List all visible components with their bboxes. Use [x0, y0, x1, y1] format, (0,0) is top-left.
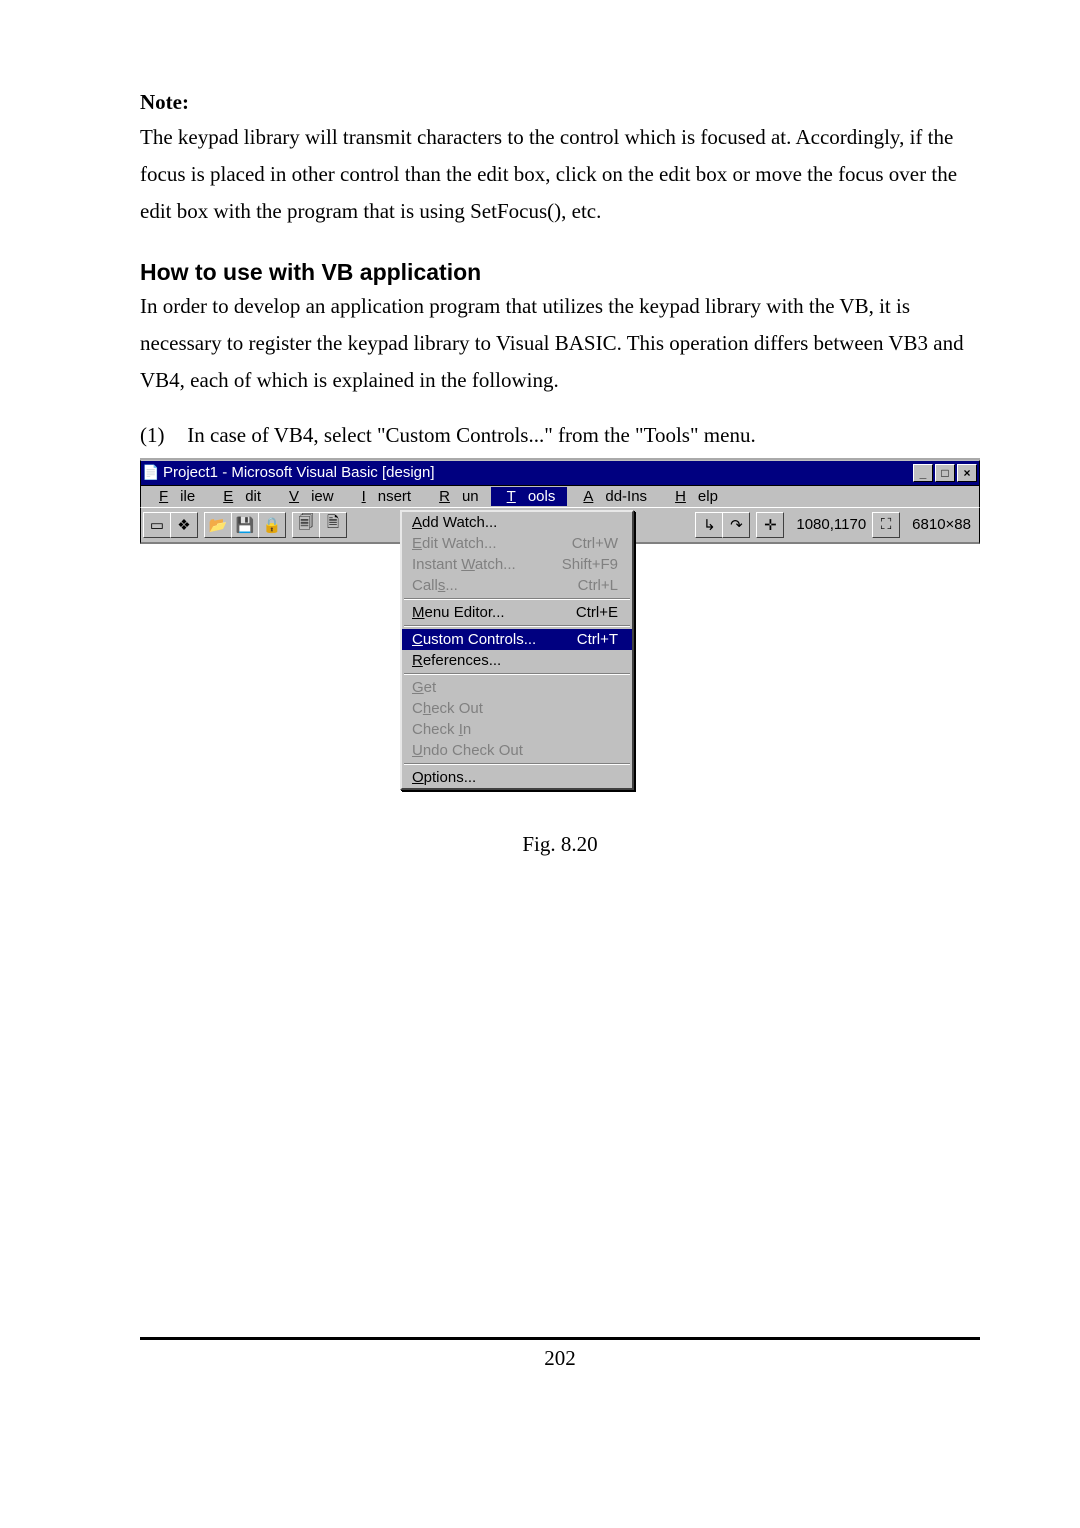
coord-size: 6810×88 — [906, 516, 977, 533]
coord-position: 1080,1170 — [790, 516, 872, 533]
close-button[interactable]: × — [957, 464, 977, 482]
tools-menu-dropdown: Add Watch... Edit Watch...Ctrl+W Instant… — [400, 510, 634, 790]
menu-add-watch[interactable]: Add Watch... — [402, 512, 632, 533]
size-icon: ⛶ — [872, 512, 900, 538]
menu-get: Get — [402, 677, 632, 698]
menu-check-in: Check In — [402, 719, 632, 740]
menu-help[interactable]: Help — [659, 487, 730, 506]
menu-edit-watch: Edit Watch...Ctrl+W — [402, 533, 632, 554]
minimize-button[interactable]: _ — [913, 464, 933, 482]
menu-separator — [404, 763, 630, 765]
list-index: (1) — [140, 423, 182, 448]
note-heading: Note: — [140, 90, 980, 115]
paste-button[interactable]: 🗎 — [319, 512, 347, 538]
menu-view[interactable]: View — [273, 487, 346, 506]
module-button[interactable]: ❖ — [170, 512, 198, 538]
section-body: In order to develop an application progr… — [140, 288, 980, 398]
title-bar[interactable]: 📄 Project1 - Microsoft Visual Basic [des… — [140, 460, 980, 486]
menu-menu-editor[interactable]: Menu Editor...Ctrl+E — [402, 602, 632, 623]
list-text: In case of VB4, select "Custom Controls.… — [187, 423, 755, 447]
position-icon: ✛ — [756, 512, 784, 538]
step-over-button[interactable]: ↷ — [722, 512, 750, 538]
menu-custom-controls[interactable]: Custom Controls...Ctrl+T — [402, 629, 632, 650]
app-icon: 📄 — [143, 465, 159, 481]
menu-calls: Calls...Ctrl+L — [402, 575, 632, 596]
figure-caption: Fig. 8.20 — [140, 832, 980, 857]
menu-instant-watch: Instant Watch...Shift+F9 — [402, 554, 632, 575]
menu-undo-check-out: Undo Check Out — [402, 740, 632, 761]
menu-file[interactable]: File — [143, 487, 207, 506]
page-number: 202 — [140, 1346, 980, 1391]
form-button[interactable]: ▭ — [143, 512, 171, 538]
menu-insert[interactable]: Insert — [346, 487, 424, 506]
window-title: Project1 - Microsoft Visual Basic [desig… — [163, 464, 911, 481]
menu-options[interactable]: Options... — [402, 767, 632, 788]
list-item: (1) In case of VB4, select "Custom Contr… — [140, 423, 980, 448]
menu-separator — [404, 625, 630, 627]
menu-separator — [404, 673, 630, 675]
copy-button[interactable]: 🗐 — [292, 512, 320, 538]
menu-separator — [404, 598, 630, 600]
footer-rule — [140, 1337, 980, 1340]
lock-button[interactable]: 🔒 — [258, 512, 286, 538]
menu-run[interactable]: Run — [423, 487, 491, 506]
open-button[interactable]: 📂 — [204, 512, 232, 538]
menu-tools[interactable]: Tools — [491, 487, 568, 506]
maximize-button[interactable]: □ — [935, 464, 955, 482]
vb-window: 📄 Project1 - Microsoft Visual Basic [des… — [140, 458, 980, 544]
menu-check-out: Check Out — [402, 698, 632, 719]
save-button[interactable]: 💾 — [231, 512, 259, 538]
menu-references[interactable]: References... — [402, 650, 632, 671]
menu-addins[interactable]: Add-Ins — [567, 487, 659, 506]
step-into-button[interactable]: ↳ — [695, 512, 723, 538]
menu-bar: File Edit View Insert Run Tools Add-Ins … — [140, 486, 980, 507]
section-title: How to use with VB application — [140, 259, 980, 286]
note-body: The keypad library will transmit charact… — [140, 119, 980, 229]
menu-edit[interactable]: Edit — [207, 487, 273, 506]
